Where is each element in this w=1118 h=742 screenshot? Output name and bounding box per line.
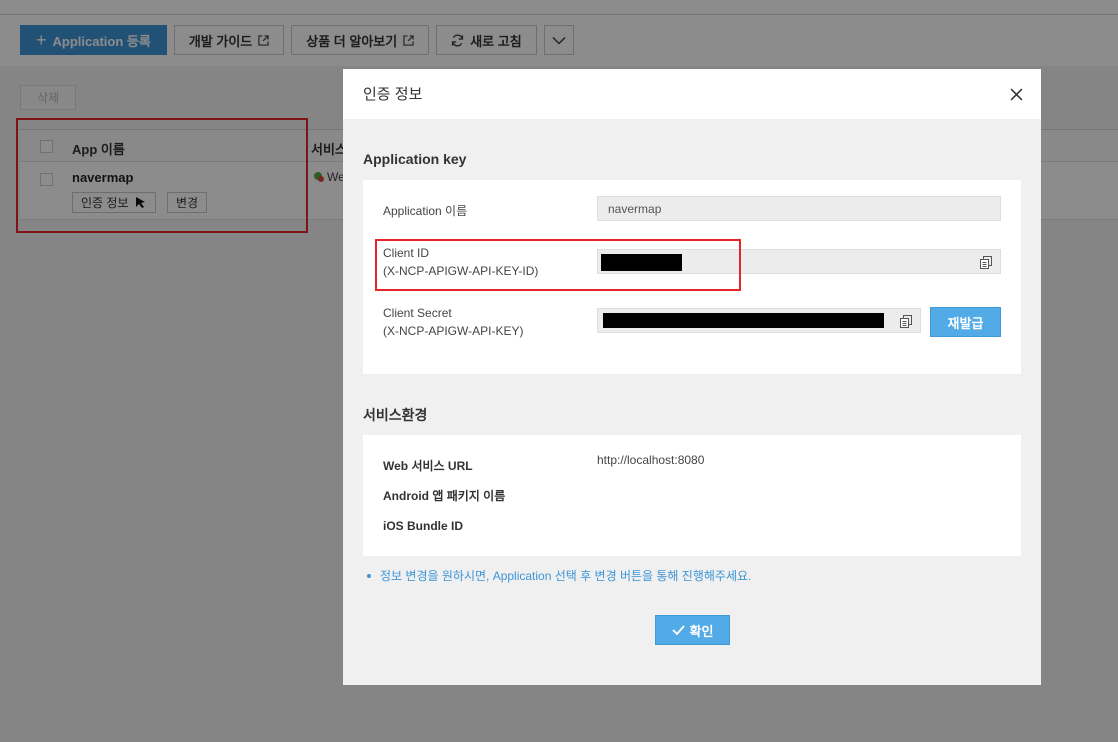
web-url-label: Web 서비스 URL — [383, 459, 473, 473]
app-key-section-title: Application key — [363, 151, 467, 167]
close-icon[interactable] — [1010, 88, 1023, 101]
info-note-text: 정보 변경을 원하시면, Application 선택 후 변경 버튼을 통해 … — [380, 569, 752, 583]
confirm-label: 확인 — [689, 623, 714, 639]
client-secret-label: Client Secret — [383, 306, 452, 320]
reissue-button[interactable]: 재발급 — [930, 307, 1001, 337]
service-env-panel: Web 서비스 URL http://localhost:8080 Androi… — [363, 435, 1021, 556]
web-url-value: http://localhost:8080 — [597, 453, 705, 467]
client-secret-redacted — [603, 313, 884, 328]
app-name-value: navermap — [608, 201, 662, 216]
auth-info-modal: 인증 정보 Application key Application 이름 nav… — [343, 69, 1041, 685]
copy-icon[interactable] — [900, 315, 912, 328]
app-name-field: navermap — [597, 196, 1001, 221]
service-env-section-title: 서비스환경 — [363, 407, 428, 423]
android-package-label: Android 앱 패키지 이름 — [383, 489, 506, 503]
app-name-label: Application 이름 — [383, 204, 468, 218]
modal-header: 인증 정보 — [343, 69, 1041, 119]
info-note: 정보 변경을 원하시면, Application 선택 후 변경 버튼을 통해 … — [367, 567, 751, 584]
modal-title: 인증 정보 — [363, 86, 423, 103]
ios-bundle-label: iOS Bundle ID — [383, 519, 464, 533]
highlight-box-client-id — [375, 239, 741, 291]
check-icon — [671, 625, 685, 635]
bullet-dot — [367, 573, 371, 578]
client-secret-sublabel: (X-NCP-APIGW-API-KEY) — [383, 324, 524, 338]
copy-icon[interactable] — [980, 256, 992, 269]
confirm-button[interactable]: 확인 — [655, 615, 730, 645]
